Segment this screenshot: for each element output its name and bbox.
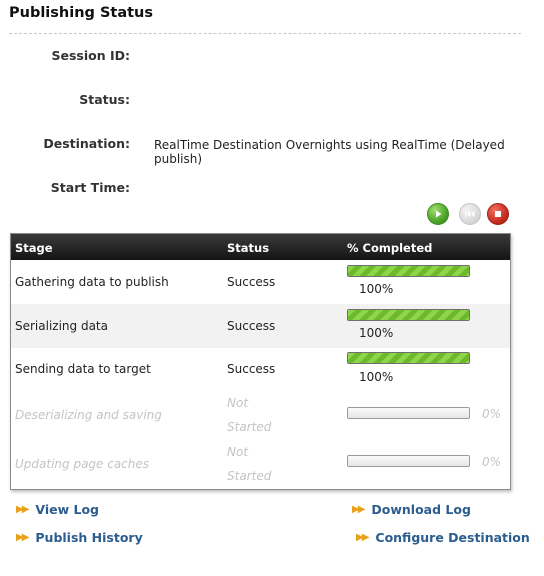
percent-label: 100%: [359, 326, 394, 340]
progress-fill: [348, 353, 469, 363]
table-row: Updating page caches Not Started 0%: [11, 441, 510, 489]
destination-label: Destination:: [43, 136, 130, 151]
destination-value: RealTime Destination Overnights using Re…: [154, 138, 505, 166]
play-icon: [436, 210, 442, 218]
stage-cell: Sending data to target: [15, 362, 151, 376]
status-cell: Not: [227, 396, 249, 410]
start-time-label: Start Time:: [50, 180, 130, 195]
configure-destination-link[interactable]: ▶▶ Configure Destination: [356, 530, 530, 545]
view-log-label: View Log: [35, 502, 100, 517]
column-header-status[interactable]: Status: [227, 241, 269, 255]
status-label: Status:: [79, 92, 130, 107]
progress-bar: [347, 407, 470, 419]
table-row: Serializing data Success 100%: [11, 304, 510, 348]
configure-destination-label: Configure Destination: [375, 530, 530, 545]
stage-cell: Gathering data to publish: [15, 275, 169, 289]
stage-cell: Serializing data: [15, 319, 108, 333]
stage-cell: Updating page caches: [15, 457, 150, 471]
percent-label: 100%: [359, 282, 394, 296]
stage-cell: Deserializing and saving: [15, 408, 162, 422]
publish-history-label: Publish History: [35, 530, 143, 545]
publish-history-link[interactable]: ▶▶ Publish History: [16, 530, 143, 545]
column-header-stage[interactable]: Stage: [15, 241, 53, 255]
table-row: Gathering data to publish Success 100%: [11, 260, 510, 304]
stop-button[interactable]: [487, 203, 509, 225]
double-arrow-icon: ▶▶: [352, 504, 365, 515]
status-cell: Success: [227, 362, 276, 376]
view-log-link[interactable]: ▶▶ View Log: [16, 502, 99, 517]
progress-bar: [347, 455, 470, 467]
rewind-icon: [465, 211, 475, 217]
progress-fill: [348, 266, 469, 276]
table-row: Sending data to target Success 100%: [11, 348, 510, 392]
play-button[interactable]: [427, 203, 449, 225]
percent-label: 100%: [359, 370, 394, 384]
download-log-link[interactable]: ▶▶ Download Log: [352, 502, 471, 517]
progress-bar: [347, 265, 470, 277]
status-cell-line2: Started: [227, 469, 272, 483]
publishing-stages-table: Stage Status % Completed Gathering data …: [10, 233, 511, 490]
status-cell: Success: [227, 275, 276, 289]
percent-label: 0%: [482, 407, 502, 421]
status-cell-line2: Started: [227, 420, 272, 434]
page-title: Publishing Status: [9, 5, 153, 21]
table-row: Deserializing and saving Not Started 0%: [11, 392, 510, 441]
double-arrow-icon: ▶▶: [16, 532, 29, 543]
progress-fill: [348, 310, 469, 320]
table-header: Stage Status % Completed: [11, 234, 510, 260]
status-cell: Not: [227, 445, 249, 459]
status-cell: Success: [227, 319, 276, 333]
session-id-label: Session ID:: [51, 48, 130, 63]
column-header-completed[interactable]: % Completed: [347, 241, 432, 255]
progress-bar: [347, 352, 470, 364]
rewind-button[interactable]: [459, 203, 481, 225]
double-arrow-icon: ▶▶: [356, 532, 369, 543]
stop-icon: [495, 211, 501, 217]
double-arrow-icon: ▶▶: [16, 504, 29, 515]
title-divider: [9, 33, 521, 34]
progress-bar: [347, 309, 470, 321]
download-log-label: Download Log: [371, 502, 471, 517]
percent-label: 0%: [482, 455, 502, 469]
